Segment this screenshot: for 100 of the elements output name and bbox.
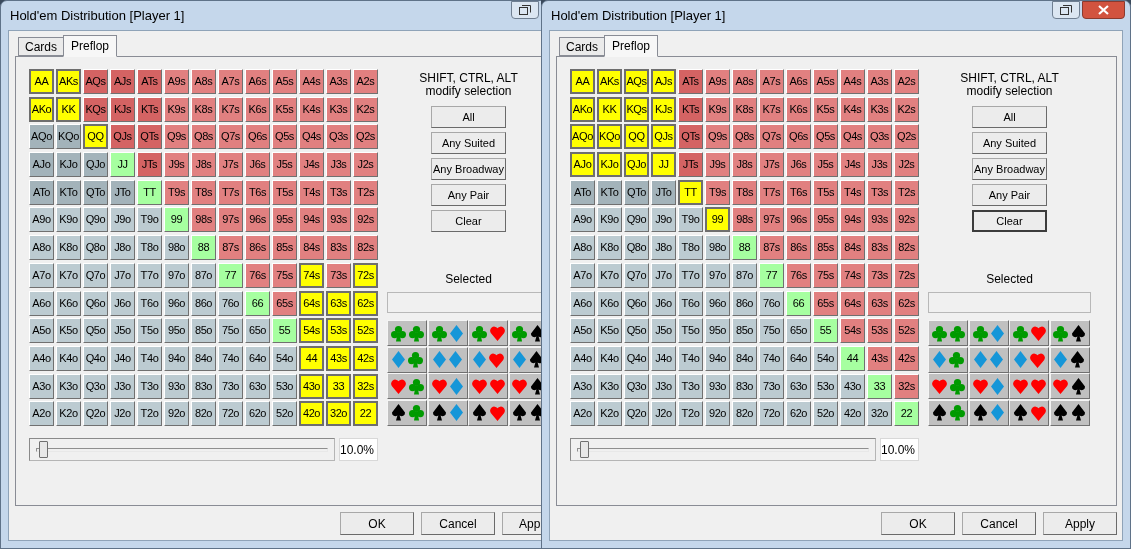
hand-cell[interactable]: 65o [786, 318, 811, 344]
hand-cell[interactable]: T6s [245, 179, 270, 205]
hand-cell[interactable]: J9s [705, 152, 730, 178]
hand-cell[interactable]: A2s [894, 69, 919, 94]
selection-button[interactable]: All [972, 106, 1047, 128]
hand-cell[interactable]: 93o [705, 373, 730, 399]
selection-button[interactable]: Any Suited [431, 132, 506, 154]
hand-cell[interactable]: 95o [164, 318, 189, 344]
hand-cell[interactable]: Q4s [299, 124, 324, 150]
hand-cell[interactable]: KTs [678, 96, 703, 122]
hand-cell[interactable]: T3s [326, 179, 351, 205]
hand-cell[interactable]: A9s [164, 69, 189, 94]
hand-cell[interactable]: 98o [164, 235, 189, 261]
hand-cell[interactable]: K5o [56, 318, 81, 344]
hand-cell[interactable]: 84o [191, 345, 216, 371]
hand-cell[interactable]: 53s [867, 318, 892, 344]
hand-cell[interactable]: 64o [786, 345, 811, 371]
suit-combo-button[interactable] [508, 399, 541, 426]
hand-cell[interactable]: 95s [813, 207, 838, 233]
hand-cell[interactable]: K2s [353, 96, 378, 122]
hand-cell[interactable]: Q5s [813, 124, 838, 150]
hand-cell[interactable]: 84o [732, 345, 757, 371]
hand-cell[interactable]: T3s [867, 179, 892, 205]
hand-cell[interactable]: JTs [137, 152, 162, 178]
hand-cell[interactable]: 87s [759, 235, 784, 261]
hand-cell[interactable]: 99 [164, 207, 189, 233]
hand-cell[interactable]: 52o [813, 401, 838, 427]
hand-cell[interactable]: 33 [867, 373, 892, 399]
hand-cell[interactable]: Q2o [624, 401, 649, 427]
hand-cell[interactable]: 66 [786, 290, 811, 316]
hand-cell[interactable]: JTs [678, 152, 703, 178]
hand-cell[interactable]: 87s [218, 235, 243, 261]
hand-cell[interactable]: 54o [813, 345, 838, 371]
hand-cell[interactable]: 65o [245, 318, 270, 344]
hand-cell[interactable]: 74o [759, 345, 784, 371]
hand-cell[interactable]: 87o [732, 262, 757, 288]
hand-cell[interactable]: AQs [624, 69, 649, 94]
hand-cell[interactable]: KQo [597, 124, 622, 150]
hand-cell[interactable]: AJs [110, 69, 135, 94]
hand-cell[interactable]: Q7s [759, 124, 784, 150]
hand-cell[interactable]: K3s [326, 96, 351, 122]
hand-cell[interactable]: T5o [678, 318, 703, 344]
hand-cell[interactable]: 94o [705, 345, 730, 371]
hand-cell[interactable]: KJo [56, 152, 81, 178]
hand-cell[interactable]: 75o [759, 318, 784, 344]
hand-cell[interactable]: 84s [840, 235, 865, 261]
range-slider[interactable] [29, 438, 335, 462]
hand-cell[interactable]: A5o [570, 318, 595, 344]
hand-cell[interactable]: Q5s [272, 124, 297, 150]
hand-cell[interactable]: K8s [191, 96, 216, 122]
suit-combo-button[interactable] [387, 399, 427, 426]
hand-cell[interactable]: QJs [651, 124, 676, 150]
hand-cell[interactable]: T6s [786, 179, 811, 205]
hand-cell[interactable]: K6o [597, 290, 622, 316]
hand-cell[interactable]: QJs [110, 124, 135, 150]
hand-cell[interactable]: 63s [326, 290, 351, 316]
hand-cell[interactable]: K5o [597, 318, 622, 344]
restore-button[interactable] [1052, 1, 1080, 19]
hand-cell[interactable]: 42s [894, 345, 919, 371]
hand-cell[interactable]: 99 [705, 207, 730, 233]
hand-cell[interactable]: 65s [272, 290, 297, 316]
hand-cell[interactable]: JJ [110, 152, 135, 178]
hand-cell[interactable]: 85o [191, 318, 216, 344]
hand-cell[interactable]: 85o [732, 318, 757, 344]
suit-combo-button[interactable] [1049, 373, 1090, 399]
hand-cell[interactable]: 76o [759, 290, 784, 316]
hand-cell[interactable]: Q2s [894, 124, 919, 150]
hand-cell[interactable]: 93s [326, 207, 351, 233]
hand-cell[interactable]: J6o [110, 290, 135, 316]
hand-cell[interactable]: A9s [705, 69, 730, 94]
hand-cell[interactable]: TT [137, 179, 162, 205]
hand-cell[interactable]: T8o [678, 235, 703, 261]
hand-cell[interactable]: 96o [705, 290, 730, 316]
hand-cell[interactable]: T9o [137, 207, 162, 233]
suit-combo-button[interactable] [1049, 399, 1090, 426]
hand-cell[interactable]: 54o [272, 345, 297, 371]
hand-cell[interactable]: Q6o [83, 290, 108, 316]
hand-cell[interactable]: Q7s [218, 124, 243, 150]
hand-cell[interactable]: A2o [29, 401, 54, 427]
hand-cell[interactable]: K9s [705, 96, 730, 122]
hand-cell[interactable]: KJo [597, 152, 622, 178]
hand-cell[interactable]: 72s [353, 262, 378, 288]
hand-cell[interactable]: 98s [732, 207, 757, 233]
hand-cell[interactable]: 72s [894, 262, 919, 288]
hand-cell[interactable]: 85s [272, 235, 297, 261]
hand-cell[interactable]: KQo [56, 124, 81, 150]
hand-cell[interactable]: J2s [353, 152, 378, 178]
close-button[interactable] [1082, 1, 1125, 19]
hand-cell[interactable]: A7s [759, 69, 784, 94]
hand-cell[interactable]: QTo [83, 179, 108, 205]
hand-cell[interactable]: A3s [867, 69, 892, 94]
hand-cell[interactable]: Q4o [83, 345, 108, 371]
hand-cell[interactable]: Q2s [353, 124, 378, 150]
hand-cell[interactable]: QJo [83, 152, 108, 178]
hand-cell[interactable]: J6s [786, 152, 811, 178]
tab[interactable]: Preflop [604, 35, 659, 57]
hand-cell[interactable]: K3o [56, 373, 81, 399]
hand-cell[interactable]: 95s [272, 207, 297, 233]
hand-cell[interactable]: J9o [110, 207, 135, 233]
hand-cell[interactable]: 53o [272, 373, 297, 399]
